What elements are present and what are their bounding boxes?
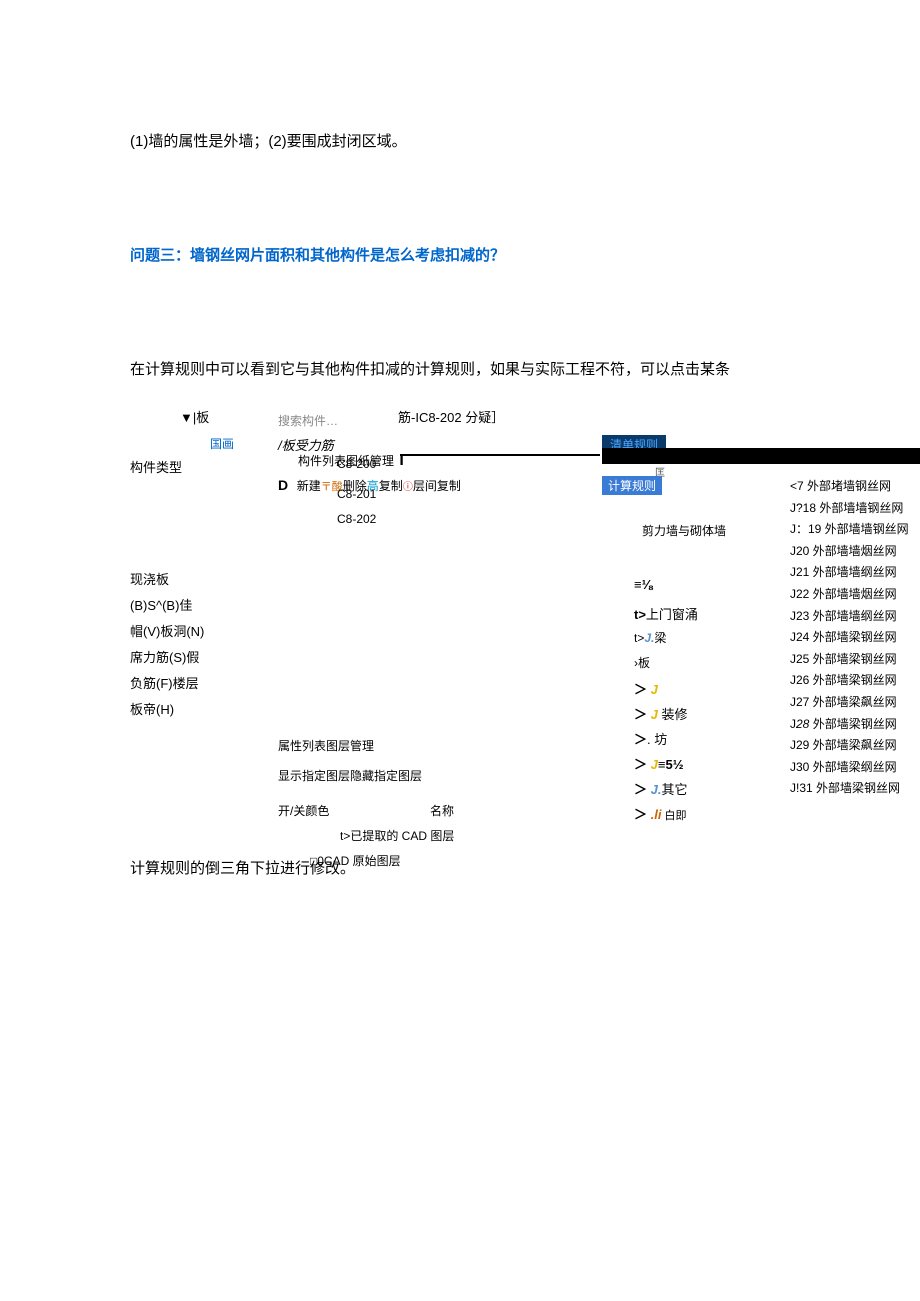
final-instruction-line: 计算规则的倒三角下拉进行修改。 [130,857,355,878]
list-item[interactable]: J26 外部墙梁钢丝网 [790,670,909,692]
term-b: (B)S^(B)佳 [130,593,204,619]
list-item[interactable]: J27 外部墙梁飙丝网 [790,692,909,714]
left-term-list: 现浇板 (B)S^(B)佳 帽(V)板洞(N) 席力筋(S)假 负筋(F)楼层 … [130,567,204,723]
name-column-label: 名称 [430,802,454,819]
divider-line [400,454,600,456]
sym-c-text: 梁 [654,631,666,645]
tree-node-j[interactable]: ＞ .li 白即 [634,802,687,827]
list-item[interactable]: J28 外部墙梁钢丝网 [790,714,909,736]
extracted-cad-layer-label: t>已提取的 CAD 图层 [340,827,454,844]
top-right-label: 筋-IC8-202 分疑］ [398,407,504,426]
layer-copy-button[interactable]: 层间复制 [413,479,461,493]
intro-line: (1)墙的属性是外墙；(2)要围成封闭区域。 [130,130,920,154]
list-item[interactable]: J30 外部墙梁纲丝网 [790,757,909,779]
black-bar [602,448,920,464]
j-icon: J. [644,631,654,645]
li-icon: .li [651,807,662,822]
show-hide-layer-label: 显示指定图层隐藏指定图层 [278,767,422,784]
sym-c-prefix: t> [634,631,644,645]
list-item[interactable]: J20 外部墙墙烟丝网 [790,541,909,563]
sym-h-text: ≡5½ [658,757,684,772]
component-type-label: 构件类型 [130,457,182,476]
sym-b-prefix: t> [634,607,646,622]
tree-sym-a[interactable]: ≡⅛ [634,572,652,597]
dropdown-triangle-icon[interactable]: ▼|板 [180,407,209,426]
list-item[interactable]: J25 外部墙梁钢丝网 [790,649,909,671]
term-d: 席力筋(S)假 [130,645,204,671]
tree-node-g[interactable]: ＞. 坊 [634,727,667,752]
shear-masonry-wall-label: 剪力墙与砌体墙 [642,522,726,539]
toggle-color-label: 开/关颜色 [278,802,329,819]
j-icon: J. [651,782,662,797]
term-f: 板帝(H) [130,697,204,723]
sym-f-text: 装修 [658,707,688,722]
r12c: 外部墙梁钢丝网 [809,717,896,731]
term-e: 负筋(F)楼层 [130,671,204,697]
item-c8-202[interactable]: C8-202 [337,512,376,526]
tree-node-beam[interactable]: t>J.梁 [634,627,666,650]
tree-node-h[interactable]: ＞ J≡5½ [634,752,684,777]
info-icon: ⓘ [403,482,413,493]
list-item[interactable]: J23 外部墙墙纲丝网 [790,606,909,628]
list-item[interactable]: J?18 外部墙墙钢丝网 [790,498,909,520]
item-c8-201[interactable]: C8-201 [337,487,376,501]
link-guohua[interactable]: 国画 [210,435,234,452]
sym-e-prefix: ＞ [634,682,647,697]
tree-node-decoration[interactable]: ＞ J 装修 [634,702,688,727]
rule-intro-text: 在计算规则中可以看到它与其他构件扣减的计算规则，如果与实际工程不符，可以点击某条 [130,358,920,382]
tree-node-slab[interactable]: ›板 [634,652,650,675]
search-input-placeholder[interactable]: 搜索构件… [278,412,338,429]
item-c8-200[interactable]: C8-200 [337,457,376,471]
rule-right-list: <7 外部堵墙钢丝网 J?18 外部墙墙钢丝网 J：19 外部墙墙钢丝网 J20… [790,476,909,800]
list-item[interactable]: J22 外部墙墙烟丝网 [790,584,909,606]
j-icon: J [651,707,658,722]
list-item[interactable]: J24 外部墙梁钢丝网 [790,627,909,649]
list-item[interactable]: J21 外部墙墙纲丝网 [790,562,909,584]
sym-j-text: 白即 [661,810,686,822]
sym-g-prefix: ＞ [634,732,647,747]
j-icon: J [651,682,658,697]
tree-node-other[interactable]: ＞ J.其它 [634,777,688,802]
term-a: 现浇板 [130,567,204,593]
j-icon: J [651,757,658,772]
sym-j-prefix: ＞ [634,807,647,822]
list-item[interactable]: <7 外部堵墙钢丝网 [790,476,909,498]
tree-node-door-window[interactable]: t>上门窗涌 [634,602,698,627]
copy-button[interactable]: 复制 [379,479,403,493]
new-button[interactable]: 新建 [297,479,321,493]
page: (1)墙的属性是外墙；(2)要围成封闭区域。 问题三：墙钢丝网片面积和其他构件是… [0,0,920,1301]
sym-i-text: 其它 [661,782,687,797]
sym-h-prefix: ＞ [634,757,647,772]
attribute-layer-mgmt-label: 属性列表图层管理 [278,737,374,754]
tree-node-e[interactable]: ＞ J [634,677,658,702]
list-item[interactable]: J：19 外部墙墙钢丝网 [790,519,909,541]
question-3-heading: 问题三：墙钢丝网片面积和其他构件是怎么考虑扣减的？ [130,244,920,268]
list-item[interactable]: J!31 外部墙梁钢丝网 [790,778,909,800]
sym-f-prefix: ＞ [634,707,647,722]
term-c: 帽(V)板洞(N) [130,619,204,645]
sym-d-text: 板 [638,656,650,670]
r12b: 28 [796,717,809,731]
sym-i-prefix: ＞ [634,782,647,797]
sym-g-text: . 坊 [647,732,667,747]
calc-rule-tab[interactable]: 计算规则 [602,476,662,495]
sym-b-text: 上门窗涌 [646,607,698,622]
d-letter: D [278,477,288,493]
list-item[interactable]: J29 外部墙梁飙丝网 [790,735,909,757]
